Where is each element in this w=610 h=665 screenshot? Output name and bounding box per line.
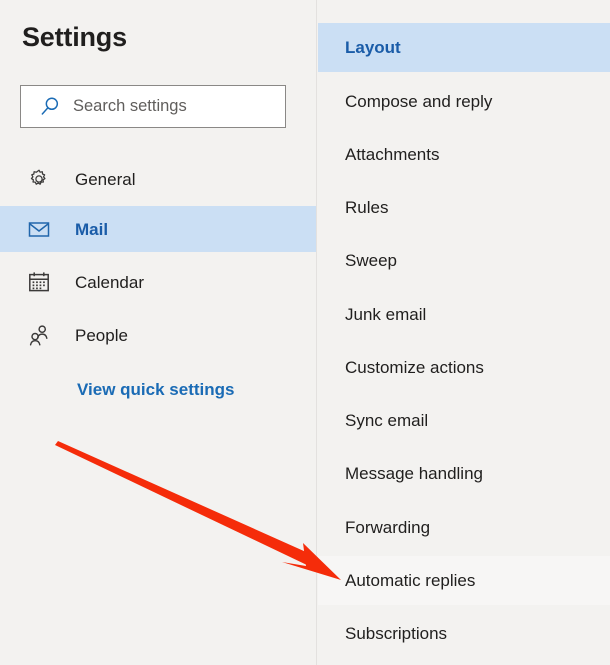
submenu-item-label: Compose and reply [345,92,493,111]
submenu-item-label: Rules [345,198,389,217]
submenu-item-label: Sync email [345,411,429,430]
submenu-item-compose-and-reply[interactable]: Compose and reply [318,77,610,126]
search-icon [41,97,59,115]
people-icon [29,325,48,346]
gear-icon [30,169,46,185]
sidebar-item-mail[interactable]: Mail [0,206,316,252]
submenu-item-label: Automatic replies [345,571,476,590]
submenu-item-attachments[interactable]: Attachments [318,130,610,179]
submenu-item-label: Sweep [345,251,397,270]
search-input[interactable] [73,97,263,116]
submenu-item-sweep[interactable]: Sweep [318,236,610,285]
sidebar-item-calendar[interactable]: Calendar [0,259,316,305]
settings-sidebar: Settings General Mail [0,0,317,665]
submenu-item-message-handling[interactable]: Message handling [318,449,610,498]
submenu-item-forwarding[interactable]: Forwarding [318,503,610,552]
submenu-item-label: Customize actions [345,358,484,377]
submenu-item-label: Attachments [345,145,440,164]
mail-settings-submenu: Layout Compose and reply Attachments Rul… [318,0,610,665]
submenu-item-sync-email[interactable]: Sync email [318,396,610,445]
sidebar-item-label: Mail [75,219,109,239]
submenu-item-label: Layout [345,38,401,57]
submenu-item-layout[interactable]: Layout [318,23,610,72]
view-quick-settings-link[interactable]: View quick settings [77,380,234,400]
submenu-item-rules[interactable]: Rules [318,183,610,232]
calendar-icon [29,272,49,292]
submenu-item-customize-actions[interactable]: Customize actions [318,343,610,392]
sidebar-item-label: People [75,325,128,345]
sidebar-item-general[interactable]: General [0,156,316,202]
submenu-item-label: Junk email [345,305,427,324]
submenu-item-label: Forwarding [345,518,431,537]
submenu-item-subscriptions[interactable]: Subscriptions [318,609,610,658]
submenu-item-label: Subscriptions [345,624,448,643]
envelope-icon [28,222,50,237]
submenu-item-junk-email[interactable]: Junk email [318,290,610,339]
search-settings-box[interactable] [20,85,286,128]
submenu-item-automatic-replies[interactable]: Automatic replies [318,556,610,605]
page-title: Settings [22,22,127,52]
submenu-item-label: Message handling [345,464,483,483]
sidebar-item-people[interactable]: People [0,312,316,358]
settings-window: Settings General Mail [0,0,610,665]
sidebar-item-label: General [75,169,136,189]
sidebar-item-label: Calendar [75,272,144,292]
